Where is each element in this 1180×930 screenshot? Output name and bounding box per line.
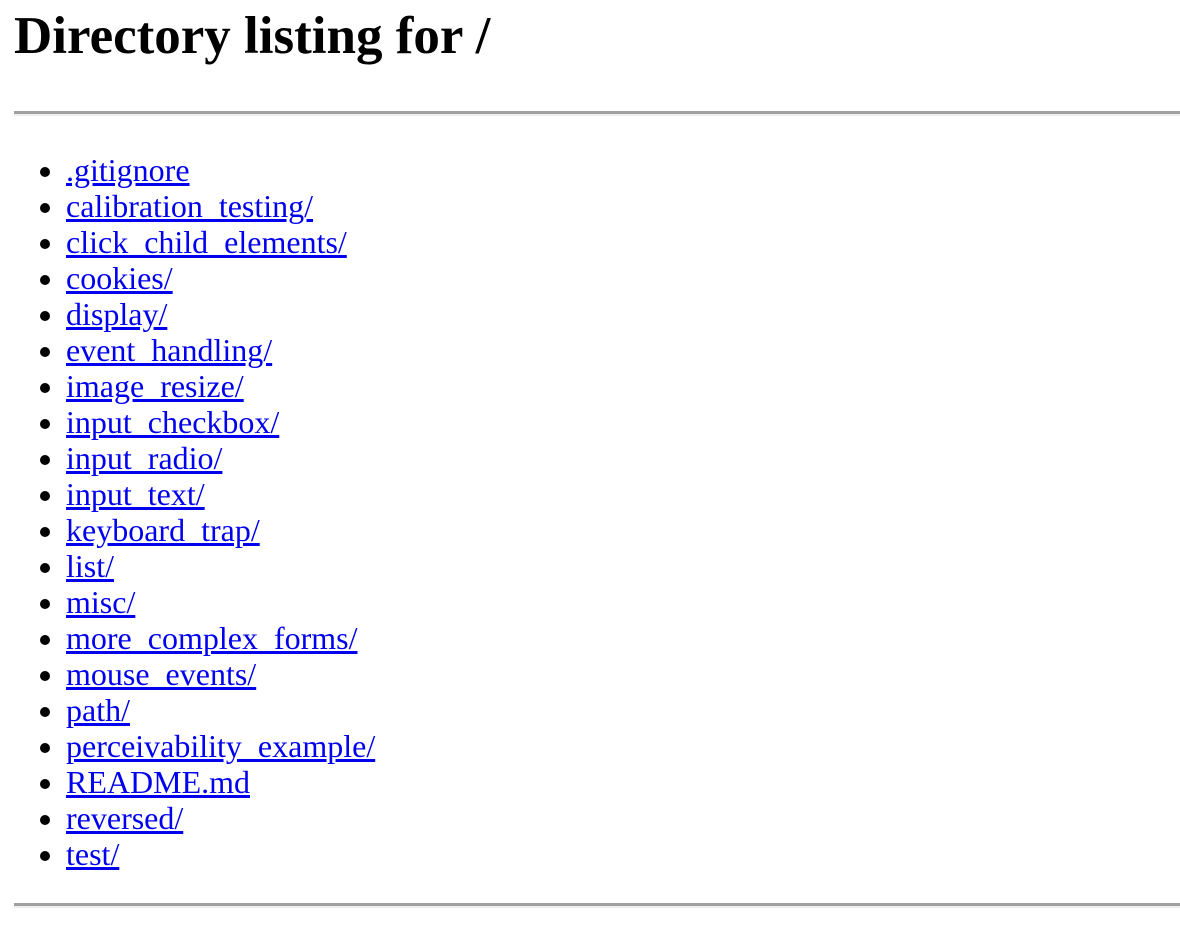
directory-entry-list: .gitignorecalibration_testing/click_chil… [0, 152, 375, 872]
bottom-divider [14, 903, 1180, 908]
directory-entry-link[interactable]: README.md [66, 764, 250, 800]
directory-entry-link[interactable]: keyboard_trap/ [66, 512, 260, 548]
directory-entry-link[interactable]: cookies/ [66, 260, 173, 296]
list-item: README.md [66, 764, 375, 800]
directory-entry-link[interactable]: mouse_events/ [66, 656, 256, 692]
directory-entry-link[interactable]: reversed/ [66, 800, 183, 836]
directory-entry-link[interactable]: calibration_testing/ [66, 188, 313, 224]
list-item: input_text/ [66, 476, 375, 512]
list-item: input_radio/ [66, 440, 375, 476]
directory-listing-page: Directory listing for / .gitignorecalibr… [0, 0, 1180, 908]
list-item: test/ [66, 836, 375, 872]
list-item: more_complex_forms/ [66, 620, 375, 656]
list-item: calibration_testing/ [66, 188, 375, 224]
directory-entry-link[interactable]: path/ [66, 692, 130, 728]
list-item: perceivability_example/ [66, 728, 375, 764]
list-item: display/ [66, 296, 375, 332]
list-item: mouse_events/ [66, 656, 375, 692]
list-item: click_child_elements/ [66, 224, 375, 260]
page-title: Directory listing for / [14, 7, 491, 65]
top-divider [14, 111, 1180, 116]
list-item: misc/ [66, 584, 375, 620]
directory-entry-link[interactable]: event_handling/ [66, 332, 272, 368]
list-item: reversed/ [66, 800, 375, 836]
list-item: path/ [66, 692, 375, 728]
directory-entry-link[interactable]: perceivability_example/ [66, 728, 375, 764]
directory-entry-link[interactable]: input_checkbox/ [66, 404, 279, 440]
list-item: input_checkbox/ [66, 404, 375, 440]
list-item: cookies/ [66, 260, 375, 296]
directory-entry-link[interactable]: input_radio/ [66, 440, 222, 476]
directory-entry-link[interactable]: misc/ [66, 584, 135, 620]
directory-entry-link[interactable]: input_text/ [66, 476, 205, 512]
directory-entry-link[interactable]: test/ [66, 836, 119, 872]
list-item: keyboard_trap/ [66, 512, 375, 548]
list-item: .gitignore [66, 152, 375, 188]
directory-entry-link[interactable]: click_child_elements/ [66, 224, 347, 260]
directory-entry-link[interactable]: more_complex_forms/ [66, 620, 357, 656]
directory-entry-link[interactable]: .gitignore [66, 152, 190, 188]
list-item: list/ [66, 548, 375, 584]
directory-entry-link[interactable]: display/ [66, 296, 167, 332]
directory-entry-link[interactable]: image_resize/ [66, 368, 244, 404]
list-item: event_handling/ [66, 332, 375, 368]
list-item: image_resize/ [66, 368, 375, 404]
directory-entry-link[interactable]: list/ [66, 548, 114, 584]
